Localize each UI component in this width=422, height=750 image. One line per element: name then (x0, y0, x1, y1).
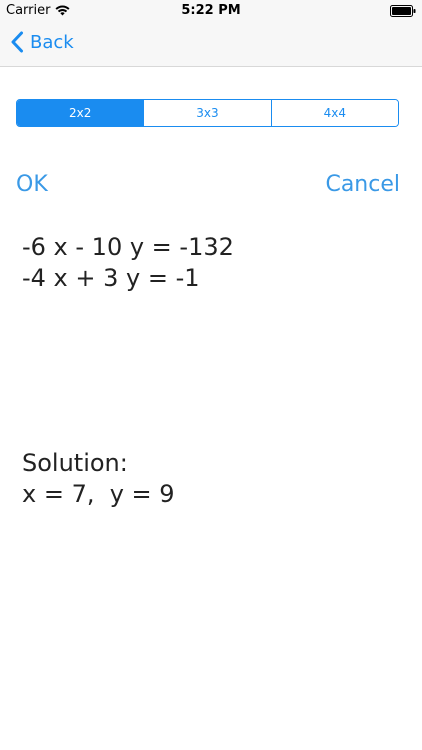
navigation-bar: Back (0, 22, 422, 67)
solution-result: x = 7, y = 9 (22, 480, 175, 508)
cancel-button[interactable]: Cancel (325, 172, 400, 197)
equation-line-1: -6 x - 10 y = -132 (22, 233, 234, 261)
back-button-label: Back (30, 31, 74, 53)
battery-icon (390, 5, 416, 17)
segment-3x3[interactable]: 3x3 (143, 100, 271, 126)
matrix-size-segmented-control: 2x2 3x3 4x4 (16, 99, 399, 127)
equation-system: -6 x - 10 y = -132 -4 x + 3 y = -1 (22, 232, 234, 294)
screen: Carrier 5:22 PM Back 2x2 3x3 4x4 OK Canc… (0, 0, 422, 750)
status-bar: Carrier 5:22 PM (0, 0, 422, 22)
solution-heading: Solution: (22, 449, 128, 477)
back-button[interactable]: Back (10, 31, 74, 53)
segment-2x2[interactable]: 2x2 (17, 100, 144, 126)
segment-4x4[interactable]: 4x4 (270, 100, 398, 126)
equation-line-2: -4 x + 3 y = -1 (22, 264, 200, 292)
chevron-left-icon (11, 31, 23, 53)
ok-button[interactable]: OK (16, 172, 48, 197)
status-time: 5:22 PM (181, 3, 241, 18)
solution-block: Solution: x = 7, y = 9 (22, 448, 175, 510)
